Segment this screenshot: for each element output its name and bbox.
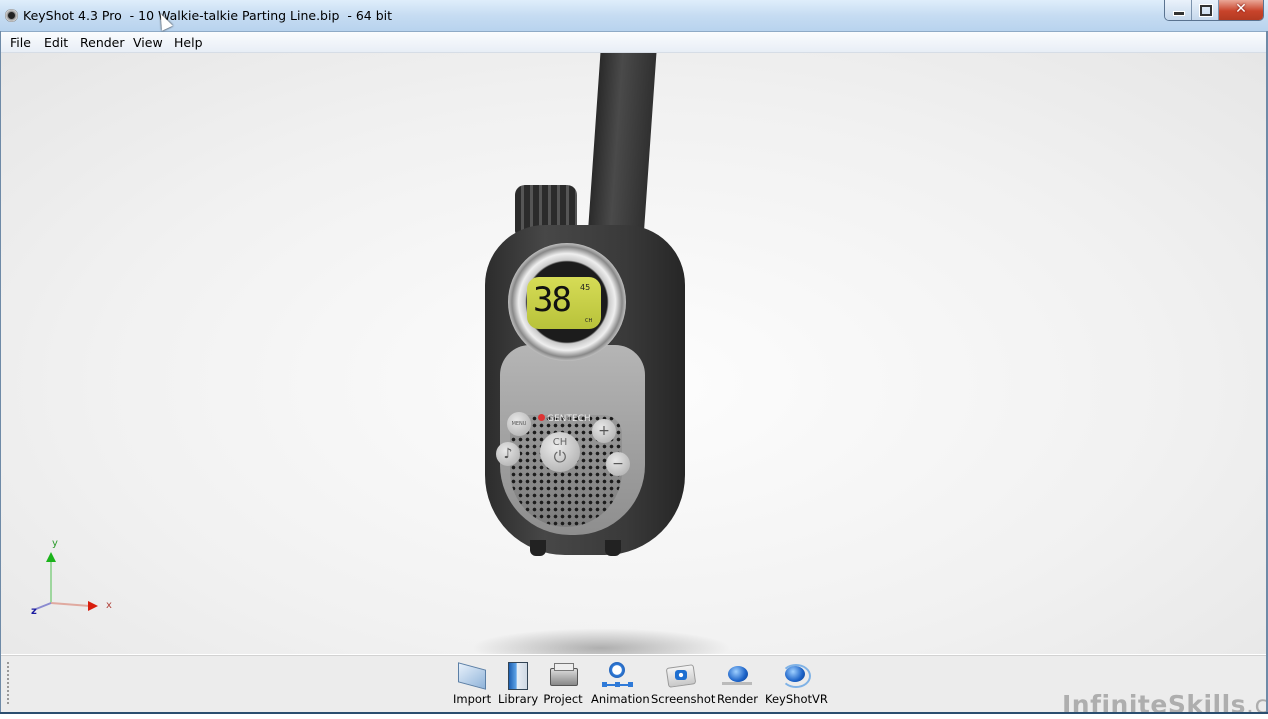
maximize-icon bbox=[1200, 5, 1212, 16]
lcd-small-number: 45 bbox=[580, 283, 591, 292]
menu-render[interactable]: Render bbox=[80, 35, 125, 50]
keyshot-app-icon[interactable] bbox=[5, 9, 18, 22]
close-button[interactable]: ✕ bbox=[1219, 0, 1263, 20]
brand-name: GENTECH bbox=[547, 414, 591, 424]
screenshot-icon bbox=[663, 660, 697, 690]
infiniteskills-watermark: InfiniteSkills.com bbox=[1062, 690, 1268, 719]
z-axis-line bbox=[35, 602, 52, 610]
menu-edit[interactable]: Edit bbox=[44, 35, 68, 50]
keyshotvr-icon bbox=[777, 660, 811, 690]
window-frame-left bbox=[0, 31, 1, 714]
menu-file[interactable]: File bbox=[10, 35, 31, 50]
render-viewport[interactable]: 38 45 CH GENTECH MENU ♪ CH ⏻ + − y x z bbox=[1, 53, 1266, 654]
device-foot-right bbox=[605, 540, 621, 556]
screenshot-label: Screenshot bbox=[651, 692, 716, 706]
brand-logo: GENTECH bbox=[538, 414, 591, 424]
brand-logo-icon bbox=[538, 414, 545, 421]
x-axis-label: x bbox=[106, 600, 112, 611]
animation-button[interactable]: Animation bbox=[591, 660, 650, 706]
walkie-talkie-model[interactable]: 38 45 CH GENTECH MENU ♪ CH ⏻ + − bbox=[1, 53, 1266, 654]
library-label: Library bbox=[498, 692, 539, 706]
title-bar: KeyShot 4.3 Pro - 10 Walkie-talkie Parti… bbox=[0, 0, 1268, 32]
screenshot-button[interactable]: Screenshot bbox=[651, 660, 716, 706]
antenna bbox=[587, 53, 659, 236]
power-icon: ⏻ bbox=[553, 447, 567, 466]
x-axis-line bbox=[50, 602, 91, 607]
import-icon bbox=[454, 660, 488, 690]
close-icon: ✕ bbox=[1235, 1, 1247, 17]
y-axis-arrow-icon bbox=[46, 552, 56, 562]
render-teapot-icon bbox=[720, 660, 754, 690]
ch-power-key: CH ⏻ bbox=[540, 432, 580, 472]
device-foot-left bbox=[530, 540, 546, 556]
project-icon bbox=[546, 660, 580, 690]
music-key: ♪ bbox=[496, 442, 520, 466]
library-button[interactable]: Library bbox=[498, 660, 539, 706]
window-title: KeyShot 4.3 Pro - 10 Walkie-talkie Parti… bbox=[23, 8, 393, 23]
menu-key: MENU bbox=[507, 412, 531, 436]
library-icon bbox=[500, 660, 534, 690]
minus-key: − bbox=[606, 452, 630, 476]
render-button[interactable]: Render bbox=[717, 660, 758, 706]
lcd-unit: CH bbox=[585, 318, 593, 324]
minimize-button[interactable] bbox=[1165, 0, 1192, 20]
watermark-suffix: .com bbox=[1246, 690, 1268, 719]
render-label: Render bbox=[717, 692, 758, 706]
animation-label: Animation bbox=[591, 692, 650, 706]
lcd-channel-number: 38 bbox=[533, 280, 572, 320]
menu-help[interactable]: Help bbox=[174, 35, 203, 50]
project-button[interactable]: Project bbox=[543, 660, 583, 706]
watermark-name: InfiniteSkills bbox=[1062, 690, 1247, 719]
minimize-icon bbox=[1173, 11, 1185, 16]
y-axis-label: y bbox=[52, 538, 58, 549]
project-label: Project bbox=[543, 692, 583, 706]
menu-view[interactable]: View bbox=[133, 35, 163, 50]
toolbar-grip-handle[interactable] bbox=[7, 662, 9, 706]
keyshotvr-button[interactable]: KeyShotVR bbox=[765, 660, 828, 706]
menu-bar: File Edit Render View Help bbox=[1, 32, 1267, 53]
plus-key: + bbox=[592, 419, 616, 443]
import-label: Import bbox=[453, 692, 492, 706]
maximize-button[interactable] bbox=[1192, 0, 1219, 20]
animation-icon bbox=[600, 660, 634, 690]
window-controls: ✕ bbox=[1164, 0, 1264, 21]
keyshotvr-label: KeyShotVR bbox=[765, 692, 828, 706]
axis-gizmo: y x z bbox=[31, 538, 112, 617]
z-axis-label: z bbox=[31, 606, 37, 617]
import-button[interactable]: Import bbox=[453, 660, 492, 706]
x-axis-arrow-icon bbox=[88, 601, 98, 611]
